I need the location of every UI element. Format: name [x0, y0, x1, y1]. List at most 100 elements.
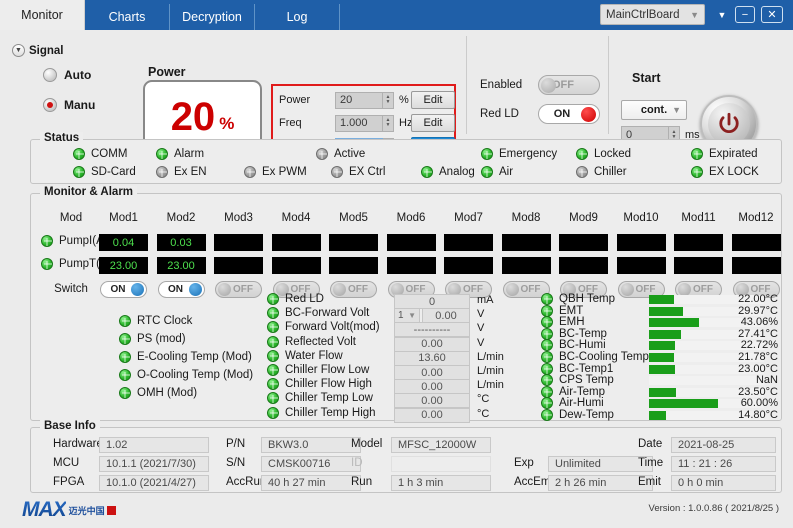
- module-switch-3[interactable]: OFF: [215, 281, 262, 298]
- sensor-value: 60.00%: [716, 397, 778, 409]
- sensor-bar-fill: [649, 399, 718, 408]
- alarm-item-ps-mod-: PS (mod): [119, 333, 186, 345]
- radio-auto-label: Auto: [64, 68, 91, 82]
- monitor-value-cell: 23.00: [99, 257, 148, 274]
- status-item-label: Expirated: [709, 148, 758, 160]
- status-led-icon: [576, 166, 588, 178]
- chevron-down-icon[interactable]: ▼: [12, 44, 25, 57]
- base-info-value-date: 2021-08-25: [671, 437, 776, 453]
- sensor-led-icon: [541, 363, 553, 375]
- monitor-value-cell: [732, 257, 781, 274]
- chevron-down-icon: ▼: [690, 10, 699, 20]
- param-power-stepper[interactable]: ▲▼: [383, 92, 394, 109]
- module-switch-1[interactable]: ON: [100, 281, 147, 298]
- readout-item-red-ld: Red LD: [267, 293, 324, 305]
- monitor-value-cell: [674, 257, 723, 274]
- sensor-led-icon: [541, 351, 553, 363]
- start-title: Start: [632, 71, 660, 85]
- status-item-label: Analog: [439, 166, 475, 178]
- sensor-value: 23.00°C: [716, 363, 778, 375]
- sensor-value: 29.97°C: [716, 305, 778, 317]
- module-switch-5[interactable]: OFF: [330, 281, 377, 298]
- param-power-input[interactable]: 20: [335, 92, 383, 109]
- base-info-value-s-n: CMSK00716: [261, 456, 361, 472]
- radio-auto[interactable]: Auto: [43, 68, 91, 82]
- status-item-comm: COMM: [73, 148, 127, 160]
- readout-led-icon: [267, 392, 279, 404]
- param-power-edit-button[interactable]: Edit: [411, 91, 455, 109]
- base-info-value-run: 1 h 3 min: [391, 475, 491, 491]
- top-control-panel: ▼ Signal Auto Manu Power 20 % Power 20 ▲…: [0, 30, 793, 135]
- module-column-header: Mod10: [617, 212, 666, 224]
- module-column-header: Mod1: [99, 212, 148, 224]
- module-switch-knob: [218, 283, 231, 296]
- base-info-label-s-n: S/N: [226, 457, 245, 469]
- tab-decryption[interactable]: Decryption: [170, 4, 255, 30]
- minimize-button[interactable]: −: [735, 6, 755, 23]
- sensor-item-bc-temp1: BC-Temp1: [541, 363, 613, 375]
- tab-log[interactable]: Log: [255, 4, 340, 30]
- radio-manu[interactable]: Manu: [43, 98, 95, 112]
- monitor-value-cell: [617, 234, 666, 251]
- signal-group-header[interactable]: ▼ Signal: [12, 44, 64, 57]
- logo-chinese-text: 迈光中国: [69, 504, 105, 517]
- board-select[interactable]: MainCtrlBoard ▼: [600, 4, 705, 25]
- start-mode-select[interactable]: cont. ▼: [621, 100, 687, 120]
- enabled-toggle[interactable]: OFF: [538, 75, 600, 95]
- sensor-item-dew-temp: Dew-Temp: [541, 409, 614, 421]
- radio-manu-indicator[interactable]: [43, 98, 57, 112]
- panel-divider-1: [466, 36, 467, 134]
- module-switch-2[interactable]: ON: [158, 281, 205, 298]
- chevron-down-icon: ▼: [408, 311, 416, 320]
- close-button[interactable]: ✕: [761, 6, 783, 23]
- monitor-value-cell: [617, 257, 666, 274]
- radio-auto-indicator[interactable]: [43, 68, 57, 82]
- readout-led-icon: [267, 307, 279, 319]
- board-select-label: MainCtrlBoard: [606, 9, 690, 21]
- monitor-value-cell: [214, 257, 263, 274]
- module-column-header: Mod12: [732, 212, 781, 224]
- sensor-item-cps-temp: CPS Temp: [541, 374, 614, 386]
- status-item-label: Active: [334, 148, 365, 160]
- sensor-value: 43.06%: [716, 316, 778, 328]
- readout-unit: L/min: [477, 365, 504, 377]
- param-freq-stepper[interactable]: ▲▼: [383, 115, 394, 132]
- sensor-led-icon: [541, 397, 553, 409]
- alarm-item-label: RTC Clock: [137, 315, 192, 327]
- titlebar-menu-caret-icon[interactable]: ▼: [713, 6, 731, 23]
- alarm-led-icon: [119, 387, 131, 399]
- param-freq-edit-button[interactable]: Edit: [411, 114, 455, 132]
- enabled-label: Enabled: [480, 79, 538, 91]
- tab-monitor[interactable]: Monitor: [0, 0, 85, 30]
- readout-led-icon: [267, 364, 279, 376]
- base-info-label-p-n: P/N: [226, 438, 245, 450]
- switch-row-label: Switch: [41, 283, 101, 295]
- status-led-icon: [481, 148, 493, 160]
- tab-charts[interactable]: Charts: [85, 4, 170, 30]
- red-ld-toggle[interactable]: ON: [538, 104, 600, 124]
- param-freq-input[interactable]: 1.000: [335, 115, 383, 132]
- readout-item-label: Forward Volt(mod): [285, 321, 380, 333]
- version-label: Version : 1.0.0.86 ( 2021/8/25 ): [649, 503, 779, 514]
- sensor-value: 14.80°C: [716, 409, 778, 421]
- sensor-bar-fill: [649, 341, 675, 350]
- sensor-item-qbh-temp: QBH Temp: [541, 293, 615, 305]
- status-led-icon: [481, 166, 493, 178]
- status-item-label: EX LOCK: [709, 166, 759, 178]
- readout-item-label: Reflected Volt: [285, 336, 356, 348]
- sensor-item-label: Dew-Temp: [559, 409, 614, 421]
- status-item-air: Air: [481, 166, 513, 178]
- sensor-item-label: Air-Temp: [559, 386, 605, 398]
- status-item-label: Ex PWM: [262, 166, 307, 178]
- module-column-header: Mod5: [329, 212, 378, 224]
- monitor-value-cell: 0.03: [157, 234, 206, 251]
- status-group: Status COMMAlarmActiveEmergencyLockedExp…: [30, 139, 782, 184]
- readout-item-label: Red LD: [285, 293, 324, 305]
- status-led-icon: [421, 166, 433, 178]
- power-symbol-icon: [716, 111, 742, 137]
- sensor-led-icon: [541, 305, 553, 317]
- module-switch-knob: [333, 283, 346, 296]
- power-title: Power: [148, 65, 186, 79]
- readout-select[interactable]: 1▼: [394, 308, 420, 323]
- module-column-header: Mod9: [559, 212, 608, 224]
